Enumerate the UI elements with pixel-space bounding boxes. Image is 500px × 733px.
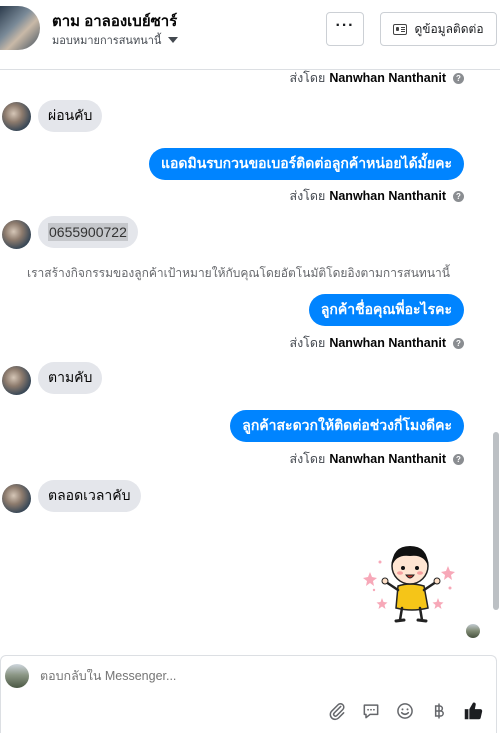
message-thread[interactable]: ส่งโดย Nanwhan Nanthanit ? ผ่อนคับ แอดมิ… xyxy=(0,70,500,655)
outgoing-message: ลูกค้าสะดวกให้ติดต่อช่วงกี่โมงดีคะ xyxy=(230,410,464,442)
sent-by-line: ส่งโดย Nanwhan Nanthanit ? xyxy=(289,449,464,469)
system-note: เราสร้างกิจกรรมของลูกค้าเป้าหมายให้กับคุ… xyxy=(27,266,450,280)
sent-by-prefix: ส่งโดย xyxy=(289,189,326,203)
conversation-header: ตาม อาลองเบย์ซาร์ มอบหมายการสนทนานี้ ···… xyxy=(0,0,500,70)
emoji-button[interactable] xyxy=(394,700,416,722)
like-button[interactable] xyxy=(462,700,484,722)
smiley-icon xyxy=(397,703,413,719)
more-options-label: ··· xyxy=(335,17,355,34)
caret-down-icon xyxy=(168,37,179,43)
contact-name[interactable]: ตาม อาลองเบย์ซาร์ xyxy=(52,9,177,33)
page-avatar xyxy=(5,664,29,688)
more-options-button[interactable]: ··· xyxy=(326,12,364,46)
sent-by-agent: Nanwhan Nanthanit xyxy=(329,71,446,85)
sent-by-prefix: ส่งโดย xyxy=(289,336,326,350)
phone-number[interactable]: 0655900722 xyxy=(48,223,128,241)
incoming-message: ผ่อนคับ xyxy=(38,100,103,132)
girl-sticker xyxy=(363,546,455,623)
attach-button[interactable] xyxy=(326,700,348,722)
view-contact-info-button[interactable]: ดูข้อมูลติดต่อ xyxy=(380,12,497,46)
customer-avatar[interactable] xyxy=(2,484,31,513)
view-contact-info-label: ดูข้อมูลติดต่อ xyxy=(414,21,484,36)
incoming-message: ตามคับ xyxy=(38,362,103,394)
reply-composer xyxy=(0,655,497,733)
sent-by-agent: Nanwhan Nanthanit xyxy=(329,452,446,466)
customer-avatar[interactable] xyxy=(2,366,31,395)
assign-conversation-dropdown[interactable]: มอบหมายการสนทนานี้ xyxy=(52,31,179,49)
paperclip-icon xyxy=(329,703,345,721)
help-icon[interactable]: ? xyxy=(453,453,464,465)
sent-by-prefix: ส่งโดย xyxy=(289,71,326,85)
sent-by-line: ส่งโดย Nanwhan Nanthanit ? xyxy=(289,68,464,88)
card-icon xyxy=(393,23,408,35)
chat-bubble-icon xyxy=(363,704,379,719)
sent-by-agent: Nanwhan Nanthanit xyxy=(329,189,446,203)
reply-input[interactable] xyxy=(40,669,340,683)
contact-avatar[interactable] xyxy=(0,6,40,50)
baht-icon xyxy=(434,703,444,719)
saved-replies-button[interactable] xyxy=(360,700,382,722)
assign-label: มอบหมายการสนทนานี้ xyxy=(52,35,162,47)
incoming-message: 0655900722 xyxy=(38,216,138,248)
outgoing-message: แอดมินรบกวนขอเบอร์ติดต่อลูกค้าหน่อยได้มั… xyxy=(148,148,464,180)
help-icon[interactable]: ? xyxy=(453,337,464,349)
sent-by-line: ส่งโดย Nanwhan Nanthanit ? xyxy=(289,333,464,353)
help-icon[interactable]: ? xyxy=(453,190,464,202)
payment-button[interactable] xyxy=(428,700,450,722)
help-icon[interactable]: ? xyxy=(453,72,464,84)
customer-avatar[interactable] xyxy=(2,102,31,131)
sent-by-agent: Nanwhan Nanthanit xyxy=(329,336,446,350)
seen-by-avatar xyxy=(466,624,480,638)
incoming-message: ตลอดเวลาคับ xyxy=(38,480,141,512)
sent-by-prefix: ส่งโดย xyxy=(289,452,326,466)
thumbs-up-icon xyxy=(464,702,483,720)
sent-by-line: ส่งโดย Nanwhan Nanthanit ? xyxy=(289,186,464,206)
customer-avatar[interactable] xyxy=(2,220,31,249)
composer-toolbar xyxy=(326,700,484,722)
scrollbar[interactable] xyxy=(493,432,499,610)
outgoing-message: ลูกค้าชื่อคุณพี่อะไรคะ xyxy=(308,294,464,326)
